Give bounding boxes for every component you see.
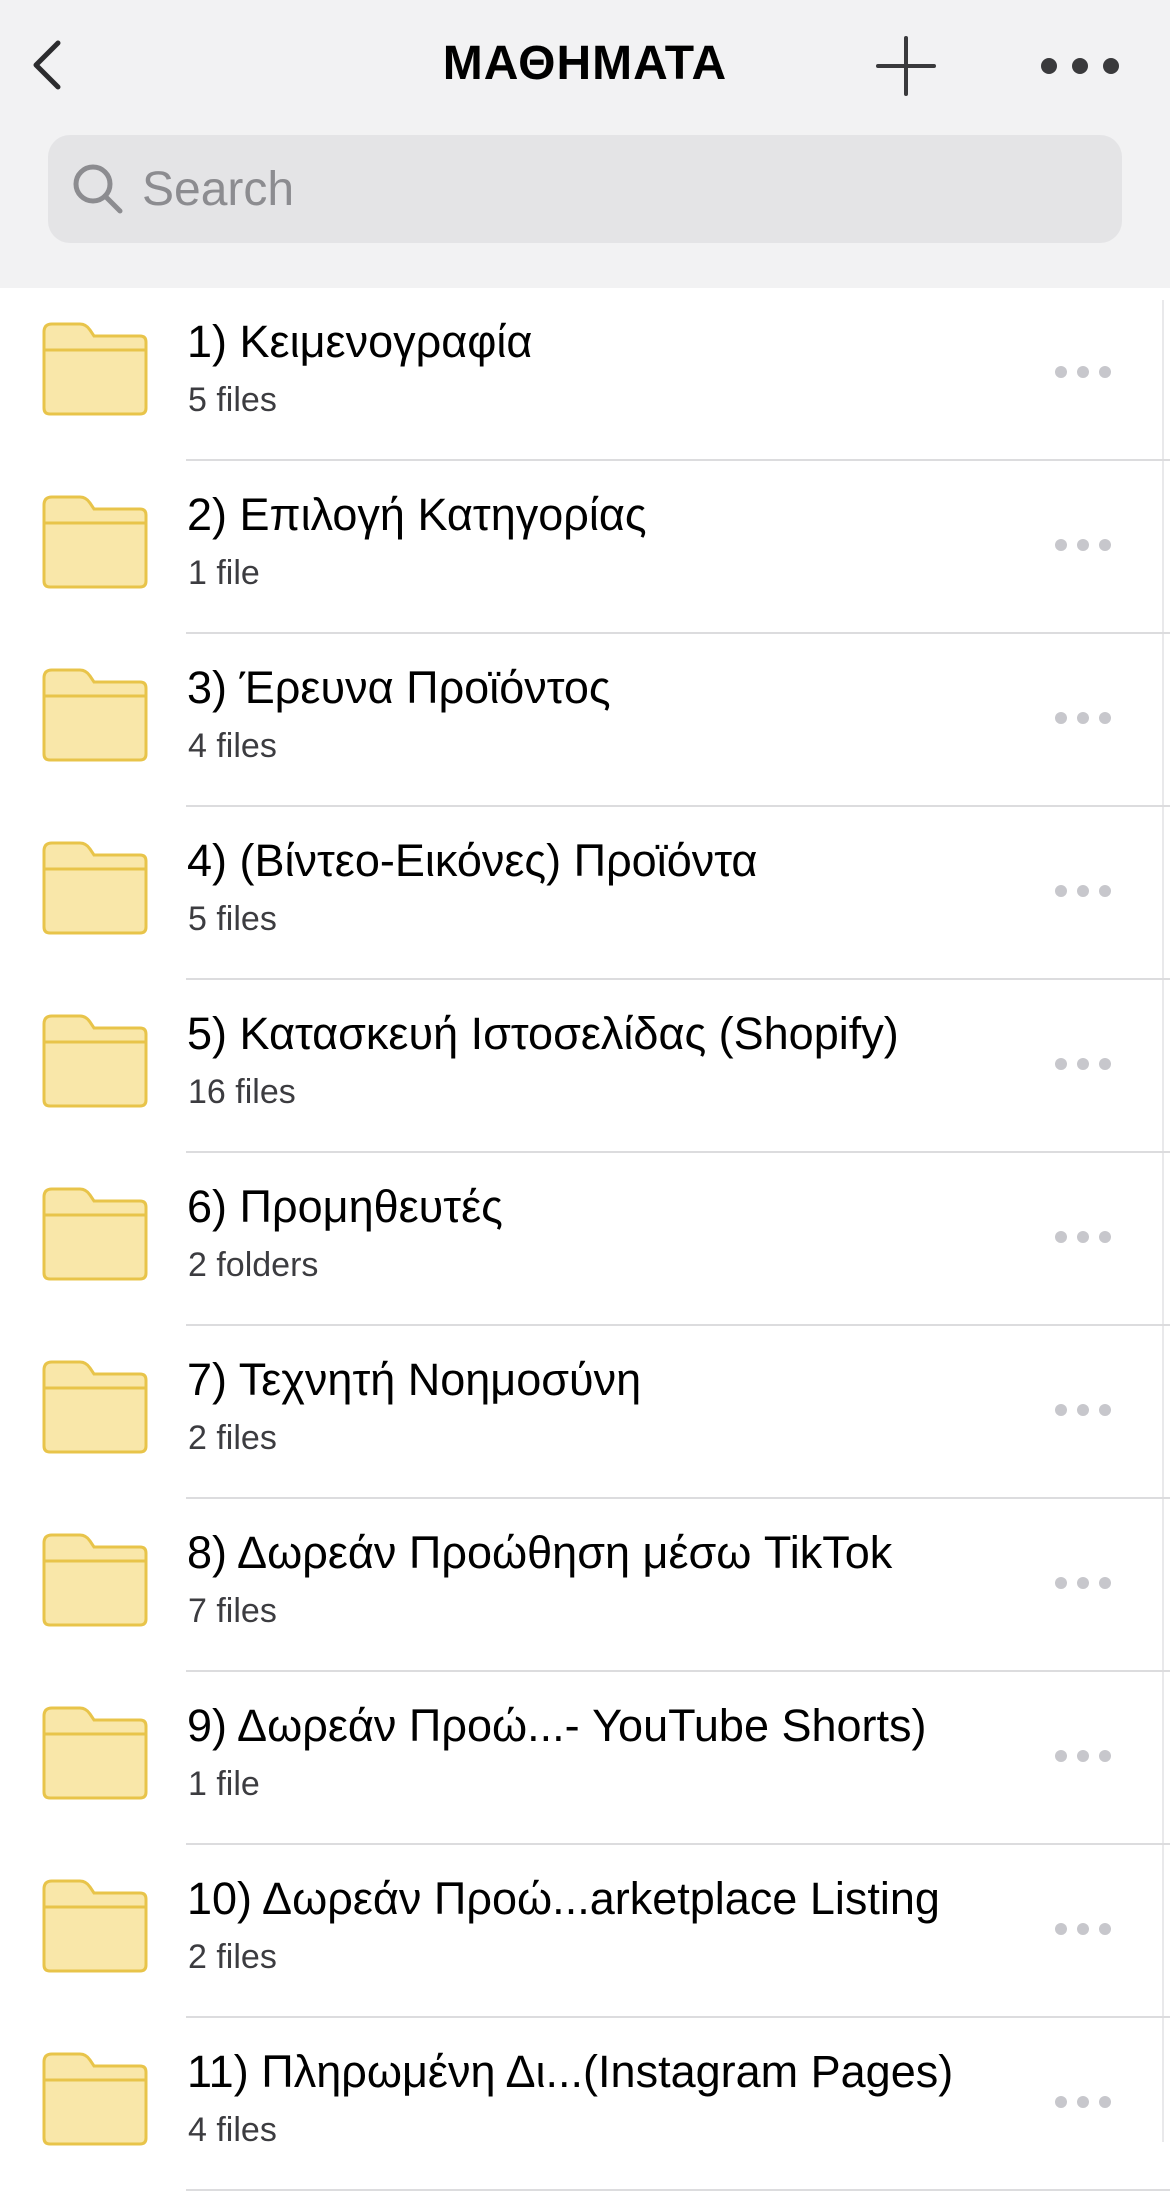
ellipsis-icon <box>1041 58 1119 74</box>
folder-row[interactable]: 9) Δωρεάν Προώ...- YouTube Shorts) 1 file <box>0 1672 1170 1845</box>
folder-icon <box>42 495 148 589</box>
folder-row[interactable]: 1) Κειμενογραφία 5 files <box>0 288 1170 461</box>
folder-item-count: 4 files <box>188 2111 277 2149</box>
row-more-button[interactable] <box>1050 2078 1116 2126</box>
folder-item-count: 2 files <box>188 1938 277 1976</box>
navigation-header: ΜΑΘΗΜΑΤΑ <box>0 0 1170 288</box>
folder-icon <box>42 1533 148 1627</box>
folder-name: 1) Κειμενογραφία <box>187 316 533 367</box>
folder-item-count: 5 files <box>188 381 277 419</box>
search-input[interactable] <box>140 149 1040 229</box>
ellipsis-icon <box>1055 712 1111 724</box>
more-options-button[interactable] <box>1035 36 1125 96</box>
row-more-button[interactable] <box>1050 1559 1116 1607</box>
plus-icon <box>876 36 936 96</box>
ellipsis-icon <box>1055 539 1111 551</box>
folder-item-count: 7 files <box>188 1592 277 1630</box>
folder-icon <box>42 1879 148 1973</box>
folder-name: 11) Πληρωμένη Δι...(Instagram Pages) <box>187 2046 954 2097</box>
folder-icon <box>42 1706 148 1800</box>
folder-name: 8) Δωρεάν Προώθηση μέσω TikTok <box>187 1527 893 1578</box>
chevron-left-icon <box>33 40 61 90</box>
folder-item-count: 5 files <box>188 900 277 938</box>
row-more-button[interactable] <box>1050 1386 1116 1434</box>
folder-name: 4) (Βίντεο-Εικόνες) Προϊόντα <box>187 835 758 886</box>
row-more-button[interactable] <box>1050 1732 1116 1780</box>
folder-icon <box>42 841 148 935</box>
folder-row[interactable]: 11) Πληρωμένη Δι...(Instagram Pages) 4 fi… <box>0 2018 1170 2191</box>
row-more-button[interactable] <box>1050 1213 1116 1261</box>
add-button[interactable] <box>870 30 942 102</box>
folder-row[interactable]: 6) Προμηθευτές 2 folders <box>0 1153 1170 1326</box>
folder-icon <box>42 322 148 416</box>
folder-name: 9) Δωρεάν Προώ...- YouTube Shorts) <box>187 1700 927 1751</box>
folder-icon <box>42 1187 148 1281</box>
folder-row[interactable]: 3) Έρευνα Προϊόντος 4 files <box>0 634 1170 807</box>
row-more-button[interactable] <box>1050 694 1116 742</box>
folder-item-count: 2 files <box>188 1419 277 1457</box>
row-more-button[interactable] <box>1050 521 1116 569</box>
folder-row[interactable]: 4) (Βίντεο-Εικόνες) Προϊόντα 5 files <box>0 807 1170 980</box>
folder-list: 1) Κειμενογραφία 5 files 2) Επιλογή Κατηγο… <box>0 288 1170 2191</box>
search-bar[interactable] <box>48 135 1122 243</box>
folder-icon <box>42 668 148 762</box>
ellipsis-icon <box>1055 1231 1111 1243</box>
folder-item-count: 1 file <box>188 1765 260 1803</box>
folder-icon <box>42 1360 148 1454</box>
back-button[interactable] <box>18 30 78 100</box>
folder-icon <box>42 2052 148 2146</box>
folder-item-count: 16 files <box>188 1073 296 1111</box>
folder-item-count: 4 files <box>188 727 277 765</box>
folder-name: 3) Έρευνα Προϊόντος <box>187 662 611 713</box>
page-title: ΜΑΘΗΜΑΤΑ <box>442 37 728 90</box>
folder-row[interactable]: 5) Κατασκευή Ιστοσελίδας (Shopify) 16 fil… <box>0 980 1170 1153</box>
folder-row[interactable]: 10) Δωρεάν Προώ...arketplace Listing 2 fi… <box>0 1845 1170 2018</box>
row-more-button[interactable] <box>1050 348 1116 396</box>
folder-row[interactable]: 7) Τεχνητή Νοημοσύνη 2 files <box>0 1326 1170 1499</box>
folder-name: 6) Προμηθευτές <box>187 1181 503 1232</box>
folder-icon <box>42 1014 148 1108</box>
folder-row[interactable]: 2) Επιλογή Κατηγορίας 1 file <box>0 461 1170 634</box>
row-more-button[interactable] <box>1050 1040 1116 1088</box>
ellipsis-icon <box>1055 885 1111 897</box>
search-icon <box>73 164 123 214</box>
folder-name: 2) Επιλογή Κατηγορίας <box>187 489 647 540</box>
ellipsis-icon <box>1055 1404 1111 1416</box>
ellipsis-icon <box>1055 1058 1111 1070</box>
folder-item-count: 1 file <box>188 554 260 592</box>
folder-name: 10) Δωρεάν Προώ...arketplace Listing <box>187 1873 940 1924</box>
ellipsis-icon <box>1055 366 1111 378</box>
row-more-button[interactable] <box>1050 867 1116 915</box>
ellipsis-icon <box>1055 1750 1111 1762</box>
ellipsis-icon <box>1055 1577 1111 1589</box>
ellipsis-icon <box>1055 2096 1111 2108</box>
folder-name: 7) Τεχνητή Νοημοσύνη <box>187 1354 642 1405</box>
folder-name: 5) Κατασκευή Ιστοσελίδας (Shopify) <box>187 1008 899 1059</box>
ellipsis-icon <box>1055 1923 1111 1935</box>
folder-item-count: 2 folders <box>188 1246 319 1284</box>
folder-row[interactable]: 8) Δωρεάν Προώθηση μέσω TikTok 7 files <box>0 1499 1170 1672</box>
row-more-button[interactable] <box>1050 1905 1116 1953</box>
